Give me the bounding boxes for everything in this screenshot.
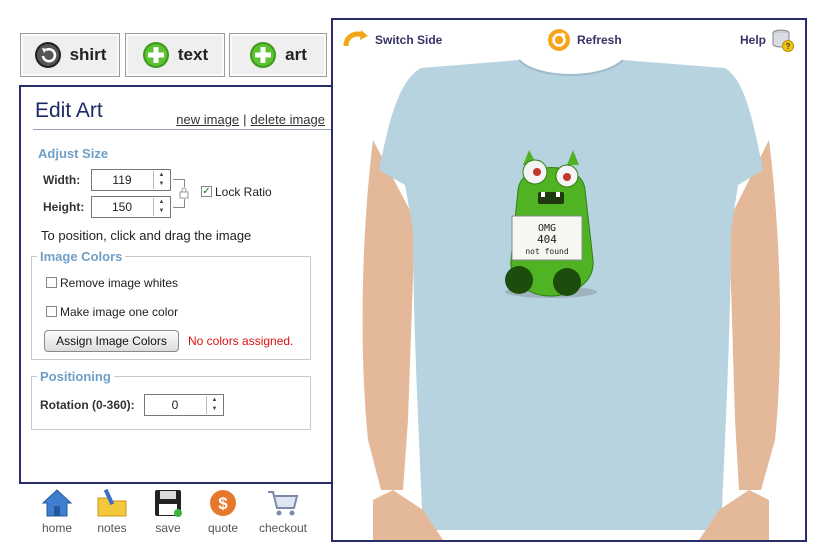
height-spinner: ▲ ▼ <box>153 198 169 216</box>
sign-line-2: 404 <box>537 233 557 246</box>
lock-ratio-label: Lock Ratio <box>215 185 272 199</box>
dollar-coin-icon: $ <box>210 490 236 516</box>
nav-save[interactable]: save <box>142 488 194 535</box>
refresh-icon <box>548 29 570 51</box>
rotate-arrow-icon <box>34 42 61 68</box>
height-increment[interactable]: ▲ <box>154 198 169 207</box>
new-image-link[interactable]: new image <box>176 112 239 127</box>
lock-ratio-checkbox[interactable]: ✓ <box>201 186 212 197</box>
positioning-title: Positioning <box>37 369 114 384</box>
delete-image-link[interactable]: delete image <box>251 112 325 127</box>
refresh-label: Refresh <box>577 33 622 47</box>
svg-text:?: ? <box>786 42 791 51</box>
width-value: 119 <box>112 173 132 187</box>
nav-quote[interactable]: $ quote <box>197 488 249 535</box>
nav-notes-label: notes <box>97 521 127 535</box>
switch-side-label: Switch Side <box>375 33 443 47</box>
height-label: Height: <box>43 200 85 214</box>
assign-colors-button[interactable]: Assign Image Colors <box>44 330 179 352</box>
rotation-increment[interactable]: ▲ <box>207 396 222 405</box>
floppy-disk-icon <box>155 490 182 517</box>
help-label: Help <box>740 33 767 47</box>
nav-checkout-label: checkout <box>258 521 308 535</box>
panel-title: Edit Art <box>35 99 103 122</box>
help-database-icon: ? <box>772 29 795 52</box>
green-plus-icon <box>142 42 169 68</box>
rotation-label: Rotation (0-360): <box>40 398 135 412</box>
art-button-label: art <box>285 45 307 64</box>
nav-save-label: save <box>155 521 181 535</box>
add-art-button[interactable]: art <box>229 33 327 77</box>
height-decrement[interactable]: ▼ <box>154 207 169 216</box>
width-increment[interactable]: ▲ <box>154 171 169 180</box>
width-decrement[interactable]: ▼ <box>154 180 169 189</box>
svg-text:$: $ <box>218 494 228 513</box>
image-colors-title: Image Colors <box>37 249 126 264</box>
height-value: 150 <box>111 200 133 214</box>
text-button-label: text <box>177 45 209 64</box>
help-button[interactable]: Help ? <box>740 28 795 52</box>
rotation-value: 0 <box>171 398 179 412</box>
image-actions: new image | delete image <box>176 112 325 127</box>
lock-icon <box>179 187 189 199</box>
edit-art-panel: Edit Art new image | delete image Adjust S… <box>19 85 333 484</box>
width-stepper[interactable]: 119 ▲ ▼ <box>91 169 171 191</box>
one-color-checkbox[interactable] <box>46 306 57 317</box>
remove-whites-checkbox[interactable] <box>46 277 57 288</box>
tshirt-preview: OMG 404 not found <box>362 59 781 540</box>
nav-notes[interactable]: notes <box>86 488 138 535</box>
link-separator: | <box>243 112 247 127</box>
remove-whites-label: Remove image whites <box>60 276 179 290</box>
width-spinner: ▲ ▼ <box>153 171 169 189</box>
house-icon <box>41 489 73 517</box>
switch-side-icon <box>343 30 368 47</box>
nav-quote-label: quote <box>207 521 239 535</box>
nav-home-label: home <box>41 521 73 535</box>
adjust-size-title: Adjust Size <box>38 146 109 161</box>
shirt-button[interactable]: shirt <box>20 33 120 77</box>
rotation-spinner: ▲ ▼ <box>206 396 222 414</box>
switch-side-button[interactable]: Switch Side <box>343 28 442 52</box>
rotation-stepper[interactable]: 0 ▲ ▼ <box>144 394 224 416</box>
green-plus-icon <box>250 42 277 68</box>
position-hint: To position, click and drag the image <box>41 228 252 243</box>
colors-status: No colors assigned. <box>188 334 294 348</box>
height-stepper[interactable]: 150 ▲ ▼ <box>91 196 171 218</box>
shopping-cart-icon <box>268 491 299 516</box>
preview-area: OMG 404 not found Switch Side Refresh He… <box>331 18 807 542</box>
shirt-button-label: shirt <box>69 45 107 64</box>
width-label: Width: <box>43 173 81 187</box>
nav-home[interactable]: home <box>31 488 83 535</box>
nav-checkout[interactable]: checkout <box>254 488 312 535</box>
title-divider <box>33 129 331 130</box>
refresh-button[interactable]: Refresh <box>547 28 622 52</box>
add-text-button[interactable]: text <box>125 33 225 77</box>
one-color-label: Make image one color <box>60 305 179 319</box>
sign-line-3: not found <box>525 247 569 256</box>
rotation-decrement[interactable]: ▼ <box>207 405 222 414</box>
folder-pen-icon <box>97 488 127 517</box>
